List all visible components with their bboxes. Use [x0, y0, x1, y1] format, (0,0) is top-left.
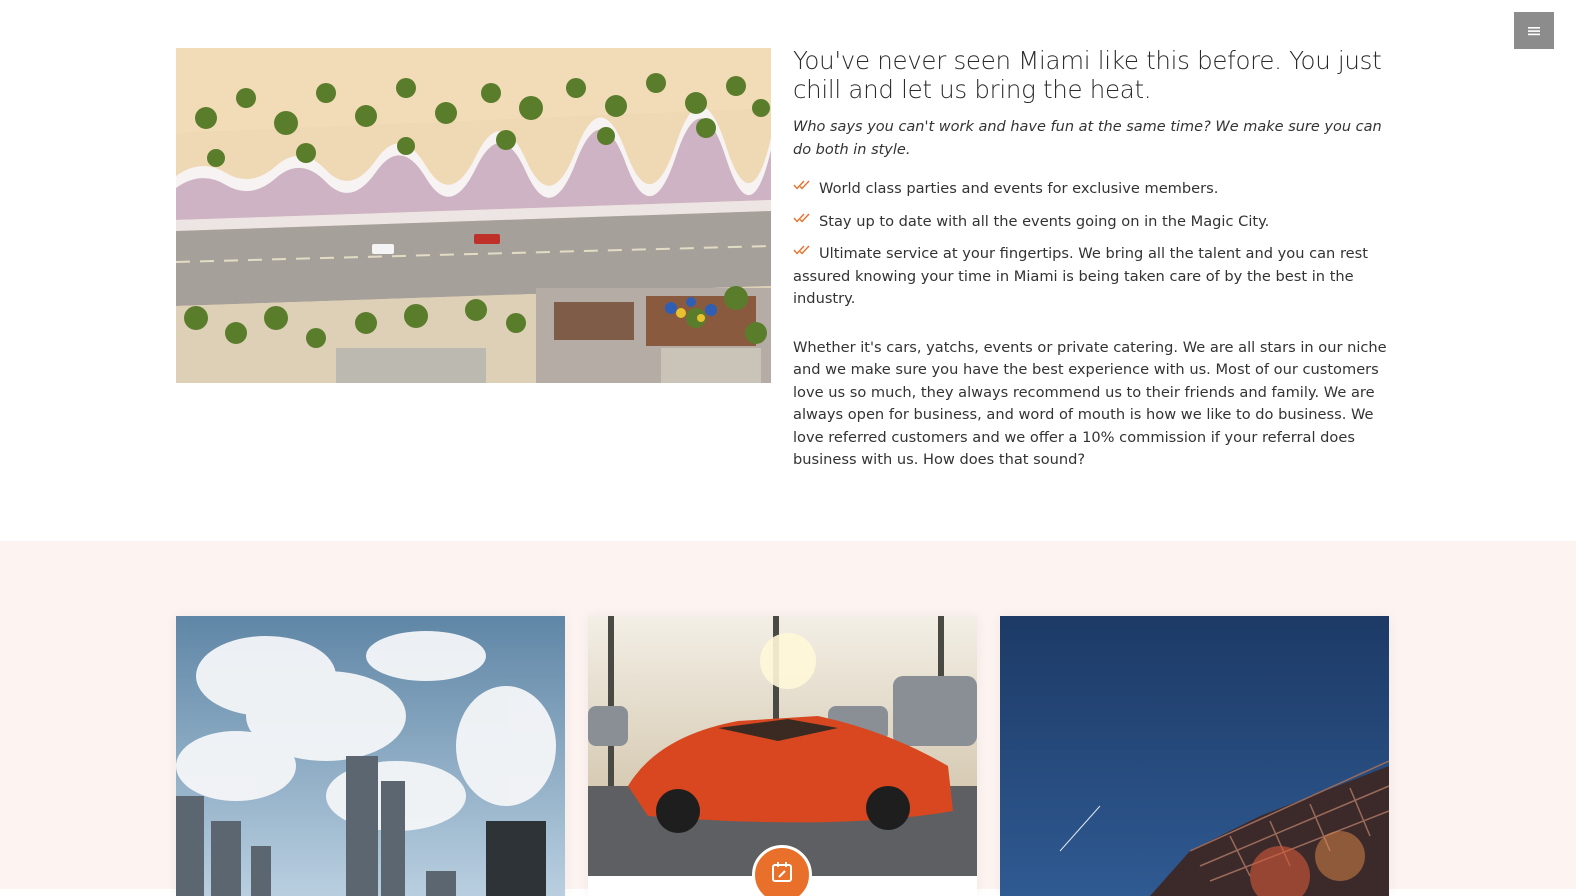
card-icon-badge	[752, 845, 812, 896]
about-lead: Who says you can't work and have fun at …	[793, 119, 1382, 158]
calendar-edit-icon	[772, 862, 792, 882]
feature-item: Ultimate service at your fingertips. We …	[793, 243, 1389, 311]
sports-car-image	[588, 616, 977, 876]
festival-stage-image	[1000, 616, 1389, 896]
miami-beach-image	[176, 48, 771, 383]
double-check-icon	[793, 245, 810, 255]
feature-text: World class parties and events for exclu…	[819, 180, 1219, 197]
feature-text: Stay up to date with all the events goin…	[819, 212, 1270, 230]
service-card-cars[interactable]	[588, 616, 977, 896]
about-headline: You've never seen Miami like this before…	[793, 46, 1382, 104]
feature-item: Stay up to date with all the events goin…	[793, 211, 1389, 234]
feature-list: World class parties and events for exclu…	[793, 178, 1389, 311]
feature-item: World class parties and events for exclu…	[793, 178, 1389, 201]
services-section	[0, 541, 1576, 896]
skyline-image	[176, 616, 565, 896]
about-section: You've never seen Miami like this before…	[0, 0, 1576, 541]
service-card-events[interactable]	[1000, 616, 1389, 896]
service-card-skyline[interactable]	[176, 616, 565, 896]
about-text-column: You've never seen Miami like this before…	[793, 46, 1389, 472]
feature-text: Ultimate service at your fingertips. We …	[793, 245, 1368, 307]
about-body: Whether it's cars, yatchs, events or pri…	[793, 338, 1387, 469]
double-check-icon	[793, 213, 810, 223]
double-check-icon	[793, 180, 810, 190]
